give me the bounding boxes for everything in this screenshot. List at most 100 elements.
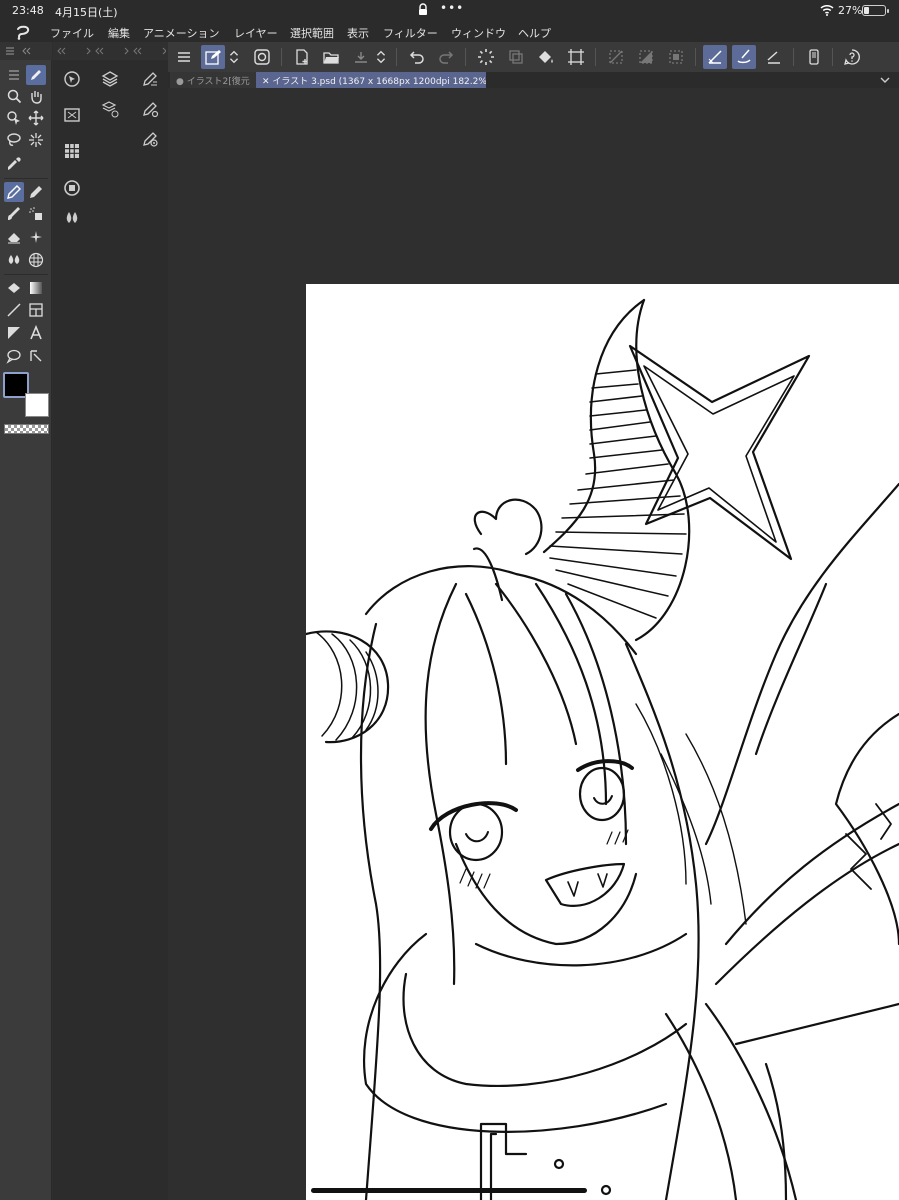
decoration-icon[interactable] <box>26 227 46 247</box>
eyedropper-icon[interactable] <box>4 154 24 174</box>
pen-tool-icon[interactable] <box>26 65 46 85</box>
navigator-icon[interactable] <box>61 68 83 90</box>
brush-icon[interactable] <box>4 204 24 224</box>
selection-border-icon[interactable] <box>664 45 688 69</box>
menu-window[interactable]: ウィンドウ <box>451 25 506 41</box>
toolbar-separator <box>465 48 466 66</box>
copy-icon[interactable] <box>504 45 528 69</box>
zoom-icon[interactable] <box>4 86 24 106</box>
lock-icon <box>419 3 427 15</box>
balloon-icon[interactable] <box>4 346 24 366</box>
eraser-icon[interactable] <box>4 227 24 247</box>
dock-collapse-icon[interactable] <box>55 46 166 56</box>
open-folder-icon[interactable] <box>319 45 343 69</box>
smartphone-icon[interactable] <box>802 45 826 69</box>
sub-view-icon[interactable] <box>61 104 83 126</box>
snap-grid-button[interactable] <box>762 45 786 69</box>
layers-icon[interactable] <box>99 68 121 90</box>
invert-selection-icon[interactable] <box>634 45 658 69</box>
tool-panel-header <box>0 42 52 60</box>
hamburger-menu-button[interactable] <box>172 45 196 69</box>
fill-bucket-icon[interactable] <box>534 45 558 69</box>
move-icon[interactable] <box>26 108 46 128</box>
text-icon[interactable] <box>26 323 46 343</box>
new-file-icon[interactable] <box>290 45 314 69</box>
transparent-color-swatch[interactable] <box>4 424 49 434</box>
snap-special-ruler-button[interactable] <box>732 45 756 69</box>
layer-property-icon[interactable] <box>99 98 121 120</box>
document-tabs: ● イラスト2[復元 ✕ イラスト 3.psd (1367 x 1668px 1… <box>168 72 899 88</box>
app-logo-icon[interactable] <box>14 23 32 41</box>
edit-mode-button[interactable] <box>201 45 225 69</box>
blend-icon[interactable] <box>4 250 24 270</box>
color-wheel-icon[interactable] <box>61 177 83 199</box>
toolbar-separator <box>793 48 794 66</box>
gallery-icon[interactable] <box>250 45 274 69</box>
battery-icon <box>862 5 889 16</box>
undo-icon[interactable] <box>405 45 429 69</box>
toolbar-separator <box>595 48 596 66</box>
menu-filter[interactable]: フィルター <box>383 25 438 41</box>
fill-icon[interactable] <box>4 278 24 298</box>
color-mix-icon[interactable] <box>61 207 83 229</box>
lasso-icon[interactable] <box>4 130 24 150</box>
chevron-down-icon[interactable] <box>879 74 891 86</box>
gradient-icon[interactable] <box>26 278 46 298</box>
correct-line-icon[interactable] <box>26 346 46 366</box>
hamburger-icon[interactable] <box>6 47 14 55</box>
scroll-updown-icon-2[interactable] <box>373 45 389 69</box>
command-bar <box>168 42 899 72</box>
status-bar: 23:48 4月15日(土) ••• 27% <box>0 0 899 22</box>
ruler-icon[interactable] <box>4 323 24 343</box>
deselect-icon[interactable] <box>604 45 628 69</box>
loading-icon[interactable] <box>474 45 498 69</box>
drawing-canvas[interactable] <box>306 284 899 1200</box>
pencil-icon[interactable] <box>26 182 46 202</box>
tool-divider <box>4 274 48 275</box>
battery-percent: 27% <box>838 4 863 17</box>
color-set-icon[interactable] <box>61 140 83 162</box>
menu-view[interactable]: 表示 <box>347 25 369 41</box>
multitasking-dots[interactable]: ••• <box>440 1 464 15</box>
collapse-icon[interactable] <box>20 46 48 56</box>
menu-layer[interactable]: レイヤー <box>234 25 278 41</box>
magic-wand-icon[interactable] <box>26 130 46 150</box>
hand-icon[interactable] <box>26 86 46 106</box>
sub-color-swatch[interactable] <box>25 393 49 417</box>
mesh-icon[interactable] <box>26 250 46 270</box>
brush-size-icon[interactable] <box>139 68 161 90</box>
menu-icon[interactable] <box>4 65 24 85</box>
toolbar-separator <box>281 48 282 66</box>
tool-panel <box>0 42 52 1200</box>
toolbar-separator <box>396 48 397 66</box>
tool-detail-icon[interactable] <box>139 128 161 150</box>
palette-dock <box>53 42 168 1200</box>
object-select-icon[interactable] <box>4 108 24 128</box>
menu-selection[interactable]: 選択範囲 <box>290 25 334 41</box>
wifi-icon <box>820 4 834 16</box>
battery-level <box>864 7 869 14</box>
transform-icon[interactable] <box>564 45 588 69</box>
home-indicator[interactable] <box>311 1188 587 1193</box>
canvas-area[interactable] <box>168 88 899 1200</box>
menu-animation[interactable]: アニメーション <box>143 25 220 41</box>
tool-divider <box>4 178 48 179</box>
save-icon[interactable] <box>349 45 373 69</box>
tab-illust2[interactable]: ● イラスト2[復元 <box>170 72 256 88</box>
clock: 23:48 <box>12 4 44 17</box>
line-icon[interactable] <box>4 300 24 320</box>
menu-file[interactable]: ファイル <box>50 25 94 41</box>
airbrush-icon[interactable] <box>26 204 46 224</box>
lineart-illustration <box>306 298 899 1200</box>
menu-edit[interactable]: 編集 <box>108 25 130 41</box>
snap-ruler-button[interactable] <box>703 45 727 69</box>
frame-icon[interactable] <box>26 300 46 320</box>
tab-illust3[interactable]: ✕ イラスト 3.psd (1367 x 1668px 1200dpi 182.… <box>256 72 486 88</box>
scroll-updown-icon[interactable] <box>226 45 242 69</box>
help-icon[interactable] <box>840 45 864 69</box>
redo-icon[interactable] <box>434 45 458 69</box>
menu-help[interactable]: ヘルプ <box>518 25 551 41</box>
tool-property-icon[interactable] <box>139 98 161 120</box>
menu-bar: ファイル 編集 アニメーション レイヤー 選択範囲 表示 フィルター ウィンドウ… <box>0 22 899 42</box>
pen-icon[interactable] <box>4 182 24 202</box>
